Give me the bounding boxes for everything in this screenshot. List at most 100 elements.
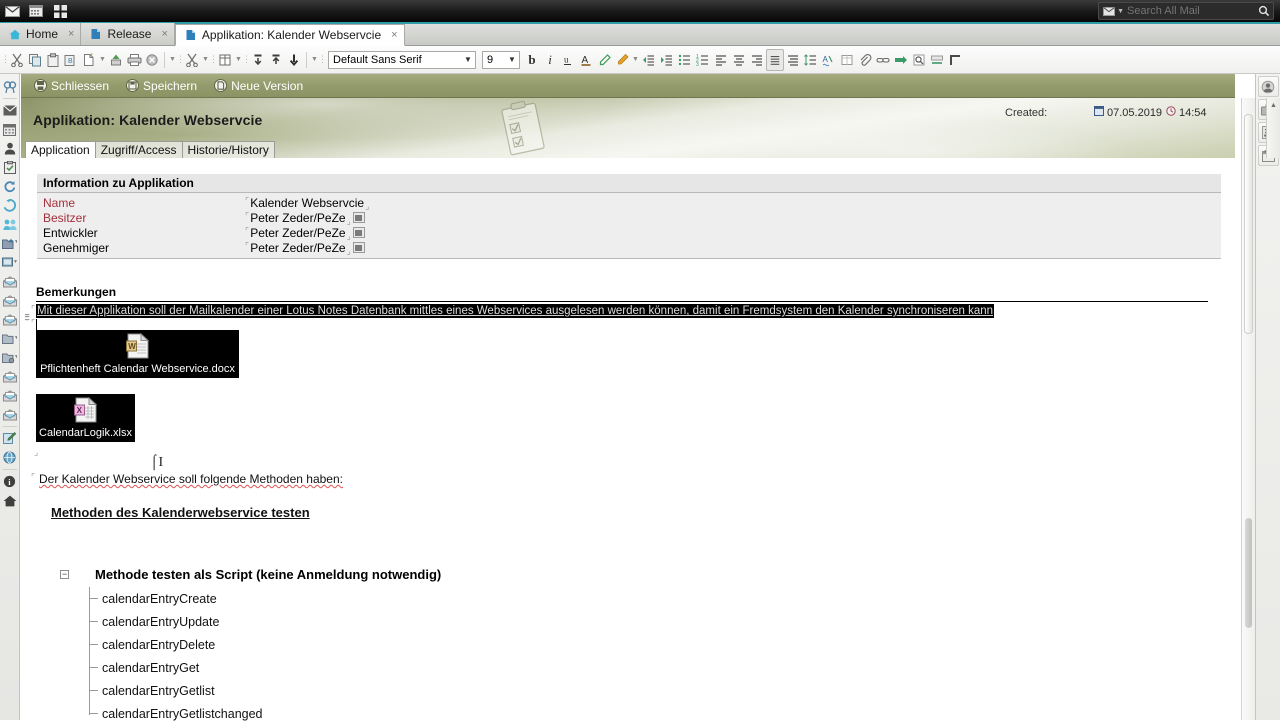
mail-open-icon[interactable] (1, 367, 19, 386)
mail-icon[interactable] (0, 0, 24, 22)
new-doc-icon[interactable] (80, 49, 98, 71)
align-left-icon[interactable] (712, 49, 730, 71)
collapse-toggle-icon[interactable]: − (60, 569, 69, 579)
cut-icon[interactable] (8, 49, 26, 71)
chevron-down-icon[interactable]: ▼ (98, 56, 107, 63)
contacts-icon[interactable] (1, 139, 19, 158)
apps-icon[interactable] (48, 0, 72, 22)
todo-icon[interactable] (1, 158, 19, 177)
scrollbar-split-grip[interactable]: ━ ━ ━ (25, 312, 31, 324)
presence-icon[interactable] (1257, 76, 1279, 97)
justify-icon[interactable] (766, 48, 784, 71)
mail-open2-icon[interactable] (1, 386, 19, 405)
field-value-wrap[interactable]: ⌜ Kalender Webservcie ⌟ (245, 196, 369, 211)
close-icon[interactable]: × (391, 29, 397, 41)
selected-remark-text[interactable]: Mit dieser Applikation soll der Mailkale… (36, 304, 995, 318)
method-tree-header[interactable]: − Methode testen als Script (keine Anmel… (60, 565, 700, 583)
paragraph-icon[interactable] (946, 49, 964, 71)
copy-icon[interactable] (26, 49, 44, 71)
inbox3-icon[interactable] (1, 310, 19, 329)
attach-icon[interactable] (856, 49, 874, 71)
search-input[interactable] (1127, 3, 1255, 19)
align-center-icon[interactable] (730, 49, 748, 71)
highlight-icon[interactable] (595, 49, 613, 71)
tab-home[interactable]: Home × (0, 23, 82, 45)
chevron-down-icon[interactable]: ▼ (461, 52, 475, 68)
tab-release[interactable]: Release × (81, 23, 175, 45)
number-list-icon[interactable]: 123 (694, 49, 712, 71)
align-right-icon[interactable] (748, 49, 766, 71)
scroll-up-icon[interactable]: ▲ (1267, 98, 1280, 112)
align-full-icon[interactable] (784, 49, 802, 71)
section-icon[interactable] (928, 49, 946, 71)
close-icon[interactable]: × (161, 28, 167, 40)
tab-applikation-kalender-webservcie[interactable]: Applikation: Kalender Webservcie × (174, 24, 405, 46)
table-icon[interactable] (216, 49, 234, 71)
name-picker-button[interactable] (352, 227, 365, 238)
search-icon[interactable] (1255, 2, 1273, 20)
underline-icon[interactable]: u (559, 49, 577, 71)
attachment-calendarlogik[interactable]: X CalendarLogik.xlsx (36, 394, 135, 442)
bullet-list-icon[interactable] (676, 49, 694, 71)
replication-icon[interactable] (1, 177, 19, 196)
mail-scope-icon[interactable] (1099, 6, 1117, 16)
inbox2-icon[interactable] (1, 291, 19, 310)
doc-tab-historie-history[interactable]: Historie/History (181, 141, 275, 158)
font-family-select[interactable]: Default Sans Serif ▼ (328, 50, 476, 69)
info-icon[interactable]: i (1, 472, 19, 491)
toolbar-grip[interactable]: ⋮ (318, 52, 327, 68)
print-icon[interactable] (125, 49, 143, 71)
font-size-select[interactable]: 9 ▼ (482, 50, 520, 69)
link-icon[interactable] (874, 49, 892, 71)
inner-scrollbar-thumb[interactable] (1245, 518, 1252, 628)
name-picker-button[interactable] (352, 212, 365, 223)
indent-down-icon[interactable] (249, 49, 267, 71)
cut2-icon[interactable] (183, 49, 201, 71)
inbox-icon[interactable] (1, 272, 19, 291)
search-icon[interactable] (1, 77, 19, 96)
compose-icon[interactable] (1, 429, 19, 448)
new-version-button[interactable]: Neue Version (213, 79, 303, 93)
field-value-wrap[interactable]: ⌜ Peter Zeder/PeZe ⌟ (245, 226, 365, 240)
global-search[interactable]: ▼ (1098, 2, 1274, 20)
save-button[interactable]: Speichern (125, 79, 197, 93)
folder-settings-icon[interactable]: ▼ (1, 348, 19, 367)
close-icon[interactable]: × (68, 28, 74, 40)
attachment-pflichtenheft[interactable]: W Pflichtenheft Calendar Webservice.docx (36, 330, 239, 378)
font-color-icon[interactable]: A (577, 49, 595, 71)
spell-check-icon[interactable]: A (820, 49, 838, 71)
close-button[interactable]: Schliessen (33, 79, 109, 93)
list-item[interactable]: calendarEntryCreate (60, 587, 700, 610)
table-insert-icon[interactable] (838, 49, 856, 71)
web-icon[interactable] (1, 448, 19, 467)
doc-tab-zugriff-access[interactable]: Zugriff/Access (94, 141, 183, 158)
list-item[interactable]: calendarEntryGet (60, 656, 700, 679)
line-spacing-icon[interactable] (802, 49, 820, 71)
export-icon[interactable] (107, 49, 125, 71)
community-icon[interactable] (1, 215, 19, 234)
scrollbar-thumb[interactable] (1244, 114, 1253, 334)
favorites-icon[interactable]: ▼ (1, 234, 19, 253)
text-color-icon[interactable] (613, 49, 631, 71)
calendar-icon[interactable] (24, 0, 48, 22)
calendar-icon[interactable] (1, 120, 19, 139)
feeds-icon[interactable] (1, 196, 19, 215)
italic-icon[interactable]: i (541, 49, 559, 71)
doc-tab-application[interactable]: Application (25, 141, 96, 158)
indent-icon[interactable] (658, 49, 676, 71)
find-icon[interactable] (910, 49, 928, 71)
paste-icon[interactable] (44, 49, 62, 71)
main-vertical-scrollbar[interactable] (1241, 98, 1255, 720)
list-item[interactable]: calendarEntryGetlist (60, 679, 700, 702)
chevron-down-icon[interactable]: ▼ (1117, 8, 1124, 15)
folder-icon[interactable]: ▼ (1, 329, 19, 348)
home-icon[interactable] (1, 491, 19, 510)
name-picker-button[interactable] (352, 242, 365, 253)
list-item[interactable]: calendarEntryGetlistchanged (60, 702, 700, 725)
mail-icon[interactable] (1, 101, 19, 120)
list-item[interactable]: calendarEntryDelete (60, 633, 700, 656)
paste-special-icon[interactable]: B (62, 49, 80, 71)
bold-icon[interactable]: b (523, 49, 541, 71)
field-value-wrap[interactable]: ⌜ Peter Zeder/PeZe ⌟ (245, 241, 365, 255)
chevron-down-icon[interactable]: ▼ (505, 52, 519, 68)
